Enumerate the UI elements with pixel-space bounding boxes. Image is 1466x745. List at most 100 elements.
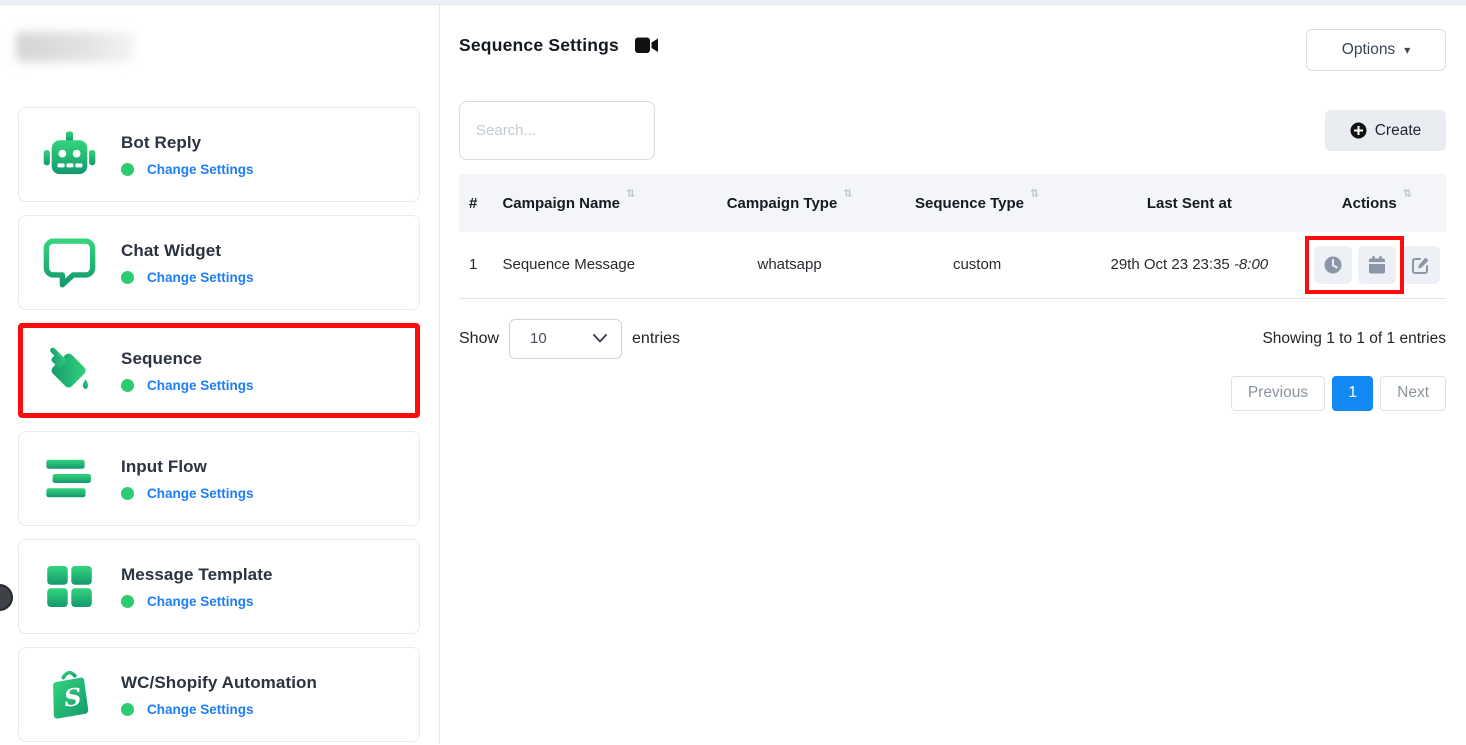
chevron-down-icon: ▾ xyxy=(1404,43,1410,57)
page-size-select[interactable]: 10 xyxy=(509,319,622,359)
sidebar-item-text: Input Flow Change Settings xyxy=(121,457,254,501)
search-input[interactable] xyxy=(459,101,655,160)
edit-button[interactable] xyxy=(1402,246,1440,284)
sort-icon[interactable]: ⇅ xyxy=(1403,187,1412,200)
column-header-last-sent-at[interactable]: Last Sent at xyxy=(1071,174,1308,232)
settings-sidebar: Bot Reply Change Settings xyxy=(0,5,440,744)
status-link-row: Change Settings xyxy=(121,702,317,717)
sort-icon[interactable]: ⇅ xyxy=(843,187,852,200)
shopify-bag-icon: S xyxy=(41,666,98,723)
chat-bubble-icon xyxy=(41,234,98,291)
status-link-row: Change Settings xyxy=(121,594,273,609)
status-dot xyxy=(121,379,134,392)
paint-bucket-icon xyxy=(41,342,98,399)
sort-icon[interactable]: ⇅ xyxy=(626,187,635,200)
schedule-clock-button[interactable] xyxy=(1314,246,1352,284)
column-header-actions[interactable]: Actions ⇅ xyxy=(1308,174,1446,232)
sidebar-item-label: Sequence xyxy=(121,349,254,369)
status-dot xyxy=(121,163,134,176)
status-link-row: Change Settings xyxy=(121,378,254,393)
grid-icon xyxy=(41,558,98,615)
sidebar-item-text: Sequence Change Settings xyxy=(121,349,254,393)
sidebar-item-label: Input Flow xyxy=(121,457,254,477)
main-content: Sequence Settings Options ▾ xyxy=(440,5,1466,744)
status-dot xyxy=(121,703,134,716)
clock-icon xyxy=(1323,255,1343,275)
sidebar-item-label: WC/Shopify Automation xyxy=(121,673,317,693)
sequence-table-wrap: # Campaign Name ⇅ Campaign Type ⇅ Sequen… xyxy=(459,174,1446,299)
entries-label: entries xyxy=(632,330,680,348)
sidebar-item-wc-shopify-automation[interactable]: S WC/Shopify Automation Change Settings xyxy=(18,647,420,742)
change-settings-link[interactable]: Change Settings xyxy=(147,702,254,717)
change-settings-link[interactable]: Change Settings xyxy=(147,378,254,393)
change-settings-link[interactable]: Change Settings xyxy=(147,594,254,609)
sidebar-item-text: Chat Widget Change Settings xyxy=(121,241,254,285)
sidebar-item-text: Message Template Change Settings xyxy=(121,565,273,609)
main-header: Sequence Settings Options ▾ xyxy=(459,29,1446,71)
svg-text:S: S xyxy=(63,682,83,713)
change-settings-link[interactable]: Change Settings xyxy=(147,162,254,177)
options-button[interactable]: Options ▾ xyxy=(1306,29,1446,71)
calendar-button[interactable] xyxy=(1358,246,1396,284)
status-link-row: Change Settings xyxy=(121,162,254,177)
actions-cell xyxy=(1308,232,1446,298)
show-label: Show xyxy=(459,330,499,348)
status-dot xyxy=(121,487,134,500)
next-page-button[interactable]: Next xyxy=(1380,376,1446,411)
timezone-offset: -8:00 xyxy=(1234,256,1268,273)
sidebar-item-message-template[interactable]: Message Template Change Settings xyxy=(18,539,420,634)
status-dot xyxy=(121,271,134,284)
table-toolbar: Create xyxy=(459,101,1446,160)
showing-summary: Showing 1 to 1 of 1 entries xyxy=(1262,330,1446,348)
status-dot xyxy=(121,595,134,608)
sidebar-item-text: Bot Reply Change Settings xyxy=(121,133,254,177)
sidebar-item-label: Message Template xyxy=(121,565,273,585)
table-row: 1 Sequence Message whatsapp custom 29th … xyxy=(459,232,1446,298)
plus-circle-icon xyxy=(1350,122,1367,139)
page-layout: Bot Reply Change Settings xyxy=(0,5,1466,744)
options-label: Options xyxy=(1342,41,1395,59)
sidebar-item-text: WC/Shopify Automation Change Settings xyxy=(121,673,317,717)
last-sent-at-cell: 29th Oct 23 23:35 -8:00 xyxy=(1071,232,1308,298)
change-settings-link[interactable]: Change Settings xyxy=(147,486,254,501)
table-header-row: # Campaign Name ⇅ Campaign Type ⇅ Sequen… xyxy=(459,174,1446,232)
sort-icon[interactable]: ⇅ xyxy=(1030,187,1039,200)
campaign-name-cell: Sequence Message xyxy=(498,232,695,298)
column-header-sequence-type[interactable]: Sequence Type ⇅ xyxy=(883,174,1071,232)
list-bars-icon xyxy=(41,450,98,507)
sidebar-item-input-flow[interactable]: Input Flow Change Settings xyxy=(18,431,420,526)
row-number: 1 xyxy=(459,232,498,298)
actions-wrap xyxy=(1314,246,1440,284)
sidebar-cards: Bot Reply Change Settings xyxy=(18,107,420,742)
calendar-icon xyxy=(1367,255,1387,275)
create-button[interactable]: Create xyxy=(1325,110,1446,151)
sidebar-item-bot-reply[interactable]: Bot Reply Change Settings xyxy=(18,107,420,202)
sequence-table: # Campaign Name ⇅ Campaign Type ⇅ Sequen… xyxy=(459,174,1446,299)
page-size-value: 10 xyxy=(530,330,547,347)
pagination: Previous 1 Next xyxy=(459,376,1446,411)
status-link-row: Change Settings xyxy=(121,486,254,501)
edit-icon xyxy=(1411,255,1431,275)
title-wrap: Sequence Settings xyxy=(459,35,659,56)
sidebar-item-chat-widget[interactable]: Chat Widget Change Settings xyxy=(18,215,420,310)
video-camera-icon[interactable] xyxy=(635,37,659,54)
table-footer: Show 10 entries Showing 1 to 1 of 1 entr… xyxy=(459,319,1446,359)
robot-icon xyxy=(41,126,98,183)
page-title: Sequence Settings xyxy=(459,35,619,56)
chevron-down-icon xyxy=(593,334,607,343)
show-entries-control: Show 10 entries xyxy=(459,319,680,359)
blurred-logo xyxy=(16,32,134,62)
column-header-num[interactable]: # xyxy=(459,174,498,232)
sidebar-item-label: Chat Widget xyxy=(121,241,254,261)
sequence-type-cell: custom xyxy=(883,232,1071,298)
column-header-campaign-type[interactable]: Campaign Type ⇅ xyxy=(696,174,884,232)
status-link-row: Change Settings xyxy=(121,270,254,285)
create-label: Create xyxy=(1375,122,1422,140)
sidebar-item-sequence[interactable]: Sequence Change Settings xyxy=(18,323,420,418)
previous-page-button[interactable]: Previous xyxy=(1231,376,1325,411)
column-header-campaign-name[interactable]: Campaign Name ⇅ xyxy=(498,174,695,232)
campaign-type-cell: whatsapp xyxy=(696,232,884,298)
sidebar-item-label: Bot Reply xyxy=(121,133,254,153)
page-1-button[interactable]: 1 xyxy=(1332,376,1373,411)
change-settings-link[interactable]: Change Settings xyxy=(147,270,254,285)
